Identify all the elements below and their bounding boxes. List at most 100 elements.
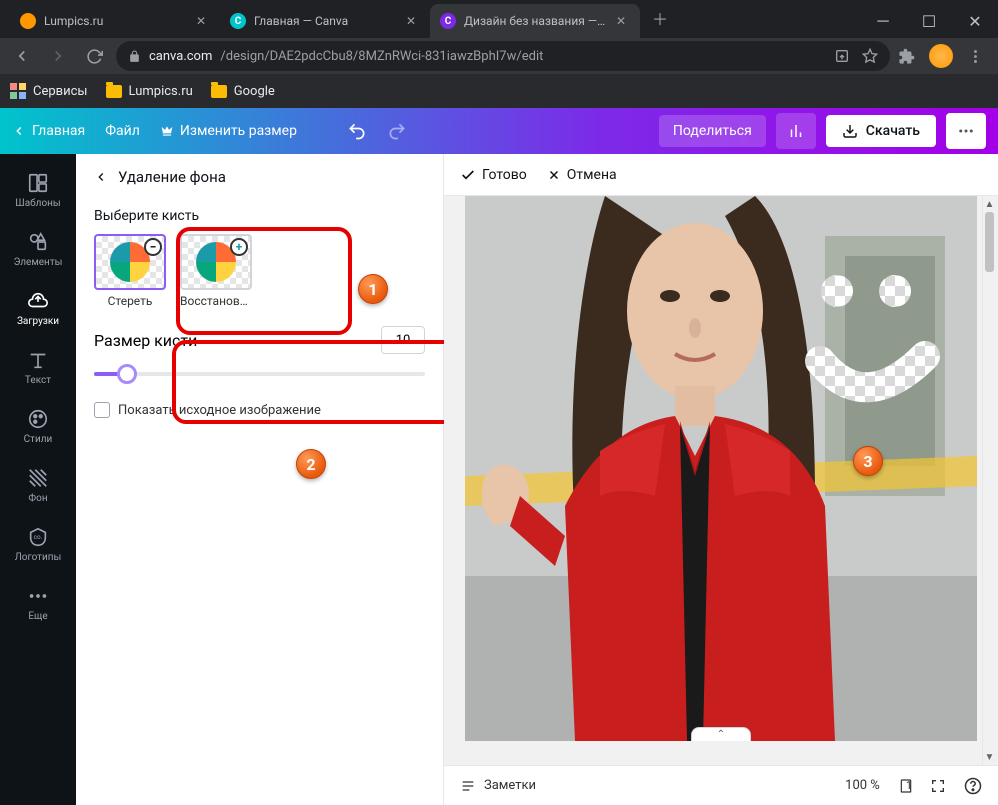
new-tab-button[interactable]: ＋ [646, 4, 674, 32]
sidebar-item-background[interactable]: Фон [0, 457, 76, 514]
home-label: Главная [32, 123, 85, 139]
maximize-button[interactable]: ☐ [906, 4, 952, 38]
download-label: Скачать [866, 123, 920, 139]
scroll-down-arrow[interactable]: ▼ [983, 749, 996, 765]
fullscreen-button[interactable] [930, 778, 946, 794]
bookmark-label: Сервисы [33, 84, 88, 99]
styles-icon [27, 408, 49, 430]
undo-button[interactable] [347, 121, 367, 141]
share-button[interactable]: Поделиться [659, 115, 766, 147]
favicon-icon: C [440, 13, 456, 29]
tab-canva-design[interactable]: C Дизайн без названия — 1200 ✕ [430, 4, 640, 38]
elements-icon [27, 231, 49, 253]
sidebar-label: Загрузки [17, 316, 59, 327]
subject-image [465, 196, 977, 741]
close-icon[interactable]: ✕ [196, 14, 210, 28]
choose-brush-title: Выберите кисть [94, 208, 425, 224]
done-button[interactable]: Готово [460, 167, 527, 183]
crown-icon [160, 124, 174, 138]
scroll-thumb[interactable] [985, 212, 994, 272]
svg-text:co.: co. [34, 533, 43, 541]
logos-icon: co. [27, 526, 49, 548]
brush-erase-label: Стереть [94, 294, 166, 308]
check-icon [460, 167, 476, 183]
sidebar-item-more[interactable]: Еще [0, 575, 76, 632]
sidebar-item-text[interactable]: Текст [0, 339, 76, 396]
uploads-icon [27, 290, 49, 312]
bookmark-google[interactable]: Google [211, 84, 275, 99]
bookmark-label: Lumpics.ru [129, 84, 193, 99]
tab-canva-home[interactable]: C Главная — Canva ✕ [220, 4, 430, 38]
vertical-scrollbar[interactable]: ▲ ▼ [982, 196, 996, 765]
close-icon[interactable]: ✕ [616, 14, 630, 28]
slider-thumb[interactable] [117, 364, 137, 384]
scroll-up-arrow[interactable]: ▲ [983, 196, 996, 212]
redo-button[interactable] [387, 121, 407, 141]
text-icon [27, 349, 49, 371]
profile-avatar[interactable] [929, 44, 953, 68]
address-bar: canva.com/design/DAE2pdcCbu8/8MZnRWci-83… [0, 38, 998, 74]
plus-icon: + [230, 238, 248, 256]
canva-header: Главная Файл Изменить размер Поделиться … [0, 108, 998, 154]
brush-restore-option[interactable]: + Восстанови... [180, 234, 252, 308]
notes-label: Заметки [484, 778, 536, 793]
resize-button[interactable]: Изменить размер [160, 123, 297, 139]
canvas-checker: 3 ⌃ [465, 196, 977, 741]
extensions-icon[interactable] [898, 48, 915, 65]
bookmark-star-icon[interactable] [862, 48, 878, 64]
cancel-label: Отмена [567, 167, 617, 183]
sidebar-item-styles[interactable]: Стили [0, 398, 76, 455]
canvas-body[interactable]: 3 ⌃ [444, 196, 998, 765]
expand-handle[interactable]: ⌃ [691, 727, 751, 741]
more-button[interactable] [946, 113, 986, 149]
reload-button[interactable] [80, 42, 108, 70]
sidebar-item-elements[interactable]: Элементы [0, 221, 76, 278]
forward-button[interactable] [44, 42, 72, 70]
insights-button[interactable] [776, 113, 816, 149]
show-original-row[interactable]: Показать исходное изображение [94, 402, 425, 418]
apps-icon [10, 83, 26, 99]
workspace: Шаблоны Элементы Загрузки Текст Стили Фо… [0, 154, 998, 805]
notes-button[interactable]: Заметки [460, 778, 536, 794]
brush-erase-thumb: − [94, 234, 166, 290]
bookmarks-bar: Сервисы Lumpics.ru Google [0, 74, 998, 108]
brush-size-label: Размер кисти [94, 331, 197, 350]
download-button[interactable]: Скачать [826, 115, 936, 147]
favicon-icon [20, 13, 36, 29]
share-label: Поделиться [673, 123, 752, 139]
checkbox[interactable] [94, 402, 110, 418]
tab-lumpics[interactable]: Lumpics.ru ✕ [10, 4, 220, 38]
sidebar-item-logos[interactable]: co. Логотипы [0, 516, 76, 573]
url-domain: canva.com [149, 49, 212, 64]
bookmark-services[interactable]: Сервисы [10, 83, 88, 99]
canvas-footer: Заметки 100 % 1 [444, 765, 998, 805]
sidebar-item-uploads[interactable]: Загрузки [0, 280, 76, 337]
zoom-level[interactable]: 100 % [845, 778, 880, 793]
url-path: /design/DAE2pdcCbu8/8MZnRWci-831iawzBphI… [220, 49, 543, 64]
page-indicator[interactable]: 1 [898, 777, 912, 795]
back-button[interactable] [8, 42, 36, 70]
home-link[interactable]: Главная [12, 123, 85, 139]
cancel-button[interactable]: Отмена [547, 167, 617, 183]
close-window-button[interactable]: ✕ [952, 4, 998, 38]
favicon-icon: C [230, 13, 246, 29]
background-icon [27, 467, 49, 489]
url-field[interactable]: canva.com/design/DAE2pdcCbu8/8MZnRWci-83… [116, 41, 890, 71]
brush-erase-option[interactable]: − Стереть [94, 234, 166, 308]
templates-icon [27, 172, 49, 194]
minimize-button[interactable]: ─ [860, 4, 906, 38]
brush-size-slider[interactable] [94, 364, 425, 384]
close-icon[interactable]: ✕ [406, 14, 420, 28]
file-menu[interactable]: Файл [105, 123, 140, 139]
share-icon[interactable] [834, 48, 850, 64]
left-sidebar: Шаблоны Элементы Загрузки Текст Стили Фо… [0, 154, 76, 805]
done-label: Готово [482, 167, 527, 183]
brush-restore-label: Восстанови... [180, 294, 252, 308]
panel-back[interactable]: Удаление фона [94, 168, 425, 186]
sidebar-item-templates[interactable]: Шаблоны [0, 162, 76, 219]
bookmark-lumpics[interactable]: Lumpics.ru [106, 84, 193, 99]
brush-size-input[interactable] [381, 326, 425, 354]
menu-icon[interactable] [967, 48, 984, 65]
sidebar-label: Элементы [14, 257, 63, 268]
help-button[interactable] [964, 777, 982, 795]
